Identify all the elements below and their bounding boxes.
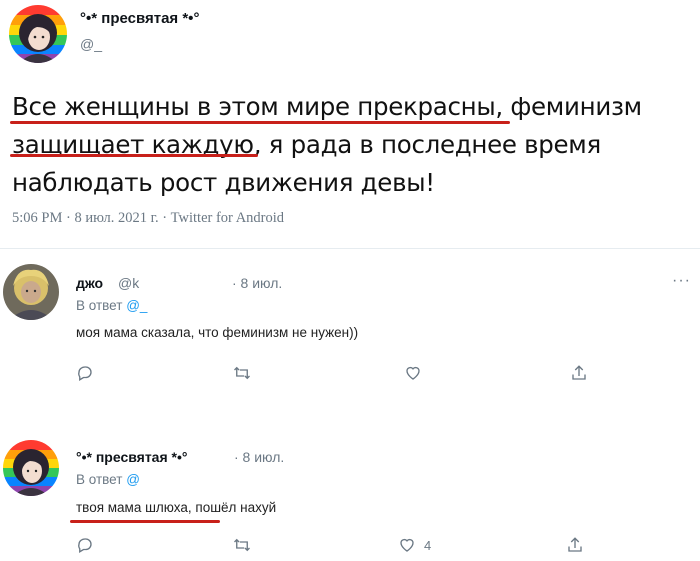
highlight-underline [10, 121, 510, 124]
like-icon [400, 538, 414, 552]
reply-to-label: В ответ [76, 298, 123, 313]
more-icon[interactable]: ··· [672, 272, 691, 290]
reply-author-name[interactable]: °•* пресвятая *•° [76, 449, 187, 465]
avatar[interactable] [3, 264, 59, 320]
share-button[interactable] [570, 364, 588, 382]
like-icon [406, 366, 420, 380]
reply-to: В ответ @_ [76, 298, 147, 313]
reply-to-label: В ответ [76, 472, 123, 487]
reply-author-name[interactable]: джо [76, 275, 103, 291]
reply-icon [78, 538, 92, 553]
reply-to-handle[interactable]: @ [126, 472, 140, 487]
reply-author-handle[interactable]: @k [118, 275, 139, 291]
share-button[interactable] [566, 536, 584, 554]
tweet-text: Все женщины в этом мире прекрасны, фемин… [12, 88, 688, 202]
like-button[interactable] [404, 364, 430, 382]
tweet-text-line: наблюдать рост движения девы! [12, 168, 435, 197]
author-name[interactable]: °•* пресвятая *•° [80, 10, 199, 27]
retweet-button[interactable] [232, 536, 252, 554]
share-icon [572, 365, 586, 380]
avatar[interactable] [9, 5, 67, 63]
reply-to-handle[interactable]: @_ [126, 298, 147, 313]
divider [0, 248, 700, 249]
reply-icon [78, 366, 92, 381]
highlight-underline [10, 154, 258, 157]
retweet-icon [234, 366, 250, 380]
reply-date[interactable]: · 8 июл. [232, 275, 282, 291]
reply-button[interactable] [76, 536, 94, 554]
reply-date[interactable]: · 8 июл. [234, 449, 284, 465]
share-icon [568, 537, 582, 552]
reply-text: твоя мама шлюха, пошёл нахуй [76, 500, 277, 515]
reply-button[interactable] [76, 364, 94, 382]
author-handle[interactable]: @_ [80, 36, 102, 52]
highlight-underline [70, 520, 220, 523]
retweet-icon [234, 538, 250, 552]
retweet-button[interactable] [232, 364, 252, 382]
reply-text: моя мама сказала, что феминизм не нужен)… [76, 325, 359, 340]
tweet-timestamp[interactable]: 5:06 PM · 8 июл. 2021 г. · Twitter for A… [12, 210, 284, 227]
like-button[interactable]: 4 [398, 536, 431, 554]
reply-to: В ответ @ [76, 472, 140, 487]
avatar[interactable] [3, 440, 59, 496]
tweet-text-line: защищает каждую, я рада в последнее врем… [12, 130, 601, 159]
like-count: 4 [424, 537, 432, 553]
